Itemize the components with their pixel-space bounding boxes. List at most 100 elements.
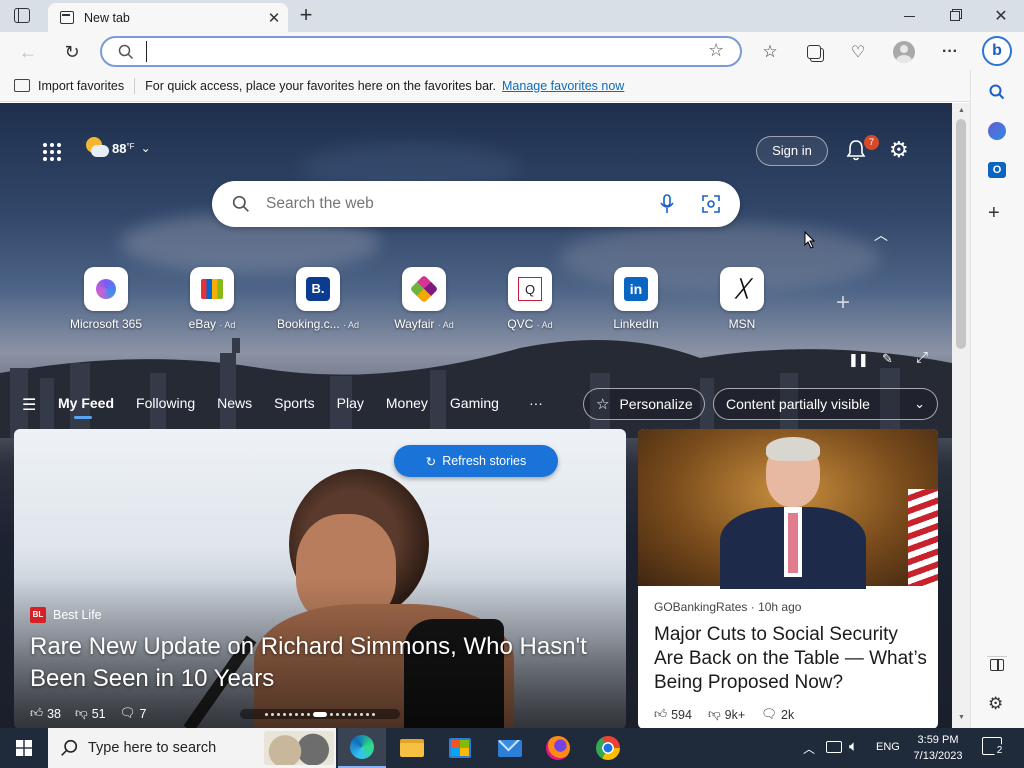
newtab-favicon-icon (60, 11, 74, 24)
sidebar-microsoft365-icon[interactable] (988, 122, 1006, 140)
notification-center-icon[interactable]: 2 (982, 737, 1006, 757)
shortcut-microsoft365[interactable]: Microsoft 365 (61, 267, 151, 331)
profile-avatar[interactable] (892, 40, 916, 64)
more-tabs-button[interactable]: ··· (529, 395, 543, 411)
scroll-down-icon[interactable]: ▼ (958, 714, 965, 721)
divider (134, 77, 136, 94)
shortcut-ebay[interactable]: eBay · Ad (167, 267, 257, 331)
apps-launcher-icon[interactable] (42, 142, 62, 162)
favorites-icon[interactable]: ☆ (758, 40, 782, 64)
edge-icon (350, 735, 374, 759)
page-scrollbar[interactable]: ▲ ▼ (952, 103, 970, 728)
content-visibility-dropdown[interactable]: Content partially visible ⌄ (713, 388, 938, 420)
taskbar-mail[interactable] (486, 728, 534, 768)
browser-essentials-icon[interactable]: ♡ (846, 40, 870, 64)
main-story-headline[interactable]: Rare New Update on Richard Simmons, Who … (30, 631, 610, 695)
pause-background-icon[interactable]: ❚❚ (848, 352, 869, 368)
shortcut-label: eBay (188, 317, 216, 331)
restore-button[interactable] (932, 0, 978, 32)
close-tab-icon[interactable]: ✕ (260, 9, 288, 27)
like-icon[interactable]: 👍︎ (654, 707, 667, 722)
story-source[interactable]: BL Best Life (30, 607, 102, 623)
sign-in-button[interactable]: Sign in (756, 136, 828, 166)
main-story-card[interactable]: ↻ Refresh stories BL Best Life Rare New … (14, 429, 626, 728)
shortcut-msn[interactable]: ᚷ MSN (697, 267, 787, 331)
shortcut-linkedin[interactable]: in LinkedIn (591, 267, 681, 331)
taskbar-search-box[interactable]: Type here to search (48, 728, 336, 768)
like-icon[interactable]: 👍︎ (30, 706, 43, 721)
settings-more-icon[interactable]: ··· (938, 40, 962, 64)
weather-widget[interactable]: 88 °F ⌄ (84, 137, 151, 159)
refresh-icon[interactable]: ↻ (60, 40, 84, 64)
sidebar-outlook-icon[interactable]: O (988, 162, 1006, 178)
active-tab-indicator (74, 416, 92, 419)
web-search-box[interactable] (212, 181, 740, 227)
visual-search-icon[interactable] (702, 195, 720, 213)
comment-icon[interactable]: 🗨︎ (761, 707, 777, 722)
collections-icon[interactable] (802, 40, 826, 64)
qvc-icon: Q (518, 277, 542, 301)
personalize-button[interactable]: ☆ Personalize (583, 388, 705, 420)
collapse-chevron-icon[interactable]: ︿ (874, 225, 888, 245)
web-search-input[interactable] (266, 193, 626, 215)
language-indicator[interactable]: ENG (876, 741, 900, 753)
dislike-count: 51 (91, 706, 106, 721)
shortcut-booking[interactable]: B. Booking.c... · Ad (273, 267, 363, 331)
side-story-headline[interactable]: Major Cuts to Social Security Are Back o… (654, 623, 930, 695)
comment-icon[interactable]: 🗨︎ (120, 706, 136, 721)
taskbar-chrome[interactable] (584, 728, 632, 768)
chrome-icon (596, 736, 620, 760)
import-favorites-link[interactable]: Import favorites (38, 79, 124, 93)
taskbar-edge[interactable] (338, 728, 386, 768)
comment-count: 7 (139, 706, 147, 721)
tab-play[interactable]: Play (337, 395, 364, 411)
favorite-star-icon[interactable]: ☆ (708, 40, 724, 61)
tab-sports[interactable]: Sports (274, 395, 314, 411)
expand-icon[interactable]: ⤢ (916, 349, 928, 366)
tab-actions-icon[interactable] (14, 8, 30, 23)
scroll-up-icon[interactable]: ▲ (958, 107, 965, 114)
feed-menu-icon[interactable]: ☰ (22, 395, 36, 415)
tab-new-tab[interactable]: New tab ✕ (48, 3, 288, 32)
notifications-button[interactable]: 7 (846, 135, 879, 164)
back-arrow-icon[interactable]: ← (16, 40, 40, 64)
sidebar-search-icon[interactable] (989, 84, 1005, 100)
clock[interactable]: 3:59 PM 7/13/2023 (906, 732, 970, 764)
taskbar-store[interactable] (436, 728, 484, 768)
minimize-button[interactable] (886, 0, 932, 32)
edit-background-icon[interactable]: ✎ (882, 351, 893, 367)
shortcut-qvc[interactable]: Q QVC · Ad (485, 267, 575, 331)
shortcut-wayfair[interactable]: Wayfair · Ad (379, 267, 469, 331)
taskbar-firefox[interactable] (534, 728, 582, 768)
carousel-pager[interactable] (240, 709, 400, 719)
page-settings-icon[interactable]: ⚙ (889, 137, 909, 163)
tab-news[interactable]: News (217, 395, 252, 411)
address-input[interactable] (146, 41, 686, 62)
copilot-icon[interactable]: b (982, 36, 1012, 66)
tab-strip: New tab ✕ + ✕ (0, 0, 1024, 32)
taskbar-file-explorer[interactable] (388, 728, 436, 768)
close-window-button[interactable]: ✕ (978, 0, 1024, 32)
tab-money[interactable]: Money (386, 395, 428, 411)
microphone-icon[interactable] (660, 194, 674, 214)
sidebar-settings-icon[interactable]: ⚙ (988, 694, 1003, 714)
manage-favorites-link[interactable]: Manage favorites now (502, 79, 624, 93)
side-story-card[interactable]: GOBankingRates · 10h ago Major Cuts to S… (638, 429, 938, 728)
source-name[interactable]: GOBankingRates (654, 600, 747, 614)
tab-gaming[interactable]: Gaming (450, 395, 499, 411)
tab-my-feed[interactable]: My Feed (58, 395, 114, 411)
sidebar-add-icon[interactable]: + (988, 202, 1000, 225)
network-icon[interactable] (826, 741, 842, 753)
add-shortcut-icon[interactable]: + (836, 289, 850, 317)
new-tab-button[interactable]: + (294, 4, 318, 28)
tab-following[interactable]: Following (136, 395, 195, 411)
refresh-stories-button[interactable]: ↻ Refresh stories (394, 445, 558, 477)
sidebar-split-screen-icon[interactable] (990, 659, 1004, 671)
dislike-icon[interactable]: 👎︎ (708, 707, 721, 722)
start-button[interactable] (0, 728, 48, 768)
scrollbar-thumb[interactable] (956, 119, 966, 349)
tray-overflow-icon[interactable]: ︿ (803, 740, 815, 757)
address-bar[interactable]: ☆ (100, 36, 742, 67)
volume-muted-icon[interactable]: 🔈︎ (849, 738, 858, 755)
dislike-icon[interactable]: 👎︎ (75, 706, 88, 721)
